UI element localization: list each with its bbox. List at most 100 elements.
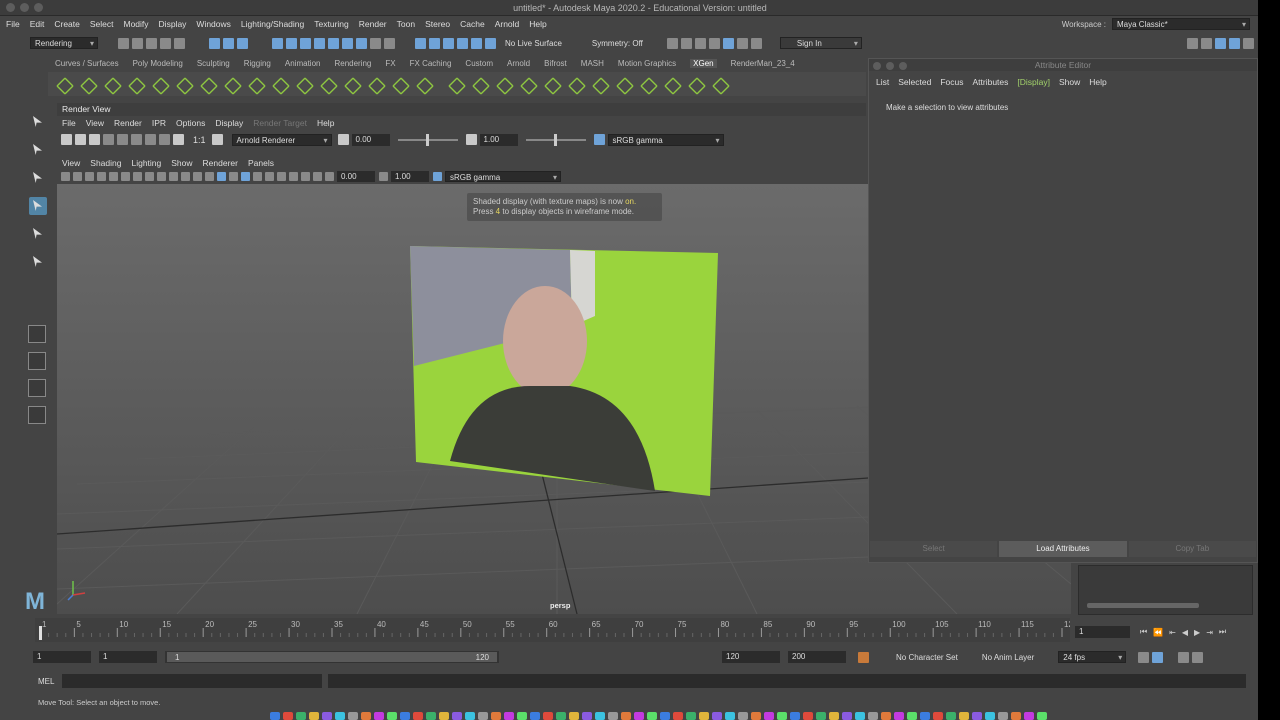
dock-app-icon[interactable] (309, 711, 319, 720)
xgen-place-icon[interactable] (150, 75, 168, 93)
shelf-tab-motion-graphics[interactable]: Motion Graphics (618, 59, 676, 68)
lasso-tool-icon[interactable] (29, 141, 47, 159)
dock-app-icon[interactable] (699, 711, 709, 720)
tool-settings-toggle-icon[interactable] (1229, 37, 1240, 49)
xgen-length-icon[interactable] (198, 75, 216, 93)
menu-display[interactable]: Display (159, 19, 187, 29)
field-chart-icon[interactable] (169, 172, 178, 181)
dock-app-icon[interactable] (790, 711, 800, 720)
menu-create[interactable]: Create (54, 19, 80, 29)
xgen-relax-icon[interactable] (614, 75, 632, 93)
safe-action-icon[interactable] (181, 172, 190, 181)
dock-app-icon[interactable] (426, 711, 436, 720)
render-frame-icon[interactable] (666, 37, 678, 49)
current-frame-field[interactable]: 1 (1075, 626, 1130, 638)
loop-icon[interactable] (1138, 651, 1150, 663)
vp-menu-shading[interactable]: Shading (90, 158, 121, 168)
menu-modify[interactable]: Modify (124, 19, 149, 29)
dock-app-icon[interactable] (829, 711, 839, 720)
xgen-cut-icon[interactable] (246, 75, 264, 93)
anim-end-field[interactable]: 200 (788, 651, 846, 663)
current-time-marker[interactable] (39, 626, 42, 640)
dock-app-icon[interactable] (842, 711, 852, 720)
shelf-tab-animation[interactable]: Animation (285, 59, 321, 68)
grease-pencil-icon[interactable] (109, 172, 118, 181)
image-plane-icon[interactable] (85, 172, 94, 181)
dock-app-icon[interactable] (608, 711, 618, 720)
rv-menu-render[interactable]: Render (114, 118, 142, 128)
menu-stereo[interactable]: Stereo (425, 19, 450, 29)
keep-image-icon[interactable] (131, 134, 142, 145)
shelf-tab-fx[interactable]: FX (385, 59, 395, 68)
xgen-select-icon[interactable] (590, 75, 608, 93)
ae-menu-selected[interactable]: Selected (898, 77, 931, 87)
xgen-sculpt-icon[interactable] (174, 75, 192, 93)
dock-app-icon[interactable] (465, 711, 475, 720)
xgen-editor-icon[interactable] (54, 75, 72, 93)
dock-app-icon[interactable] (933, 711, 943, 720)
lasso-icon[interactable] (443, 37, 454, 49)
shelf-tab-curves[interactable]: Curves / Surfaces (55, 59, 119, 68)
dock-app-icon[interactable] (491, 711, 501, 720)
dock-app-icon[interactable] (374, 711, 384, 720)
snapshot-icon[interactable] (89, 134, 100, 145)
dock-app-icon[interactable] (348, 711, 358, 720)
dock-app-icon[interactable] (907, 711, 917, 720)
play-forward-icon[interactable]: ▶ (1194, 628, 1200, 637)
dock-app-icon[interactable] (361, 711, 371, 720)
sign-in-dropdown[interactable]: Sign In (779, 37, 862, 49)
gate-mask-icon[interactable] (157, 172, 166, 181)
menu-toon[interactable]: Toon (397, 19, 415, 29)
dock-app-icon[interactable] (673, 711, 683, 720)
playback-end-field[interactable]: 120 (722, 651, 780, 663)
xgen-comb-icon[interactable] (366, 75, 384, 93)
dock-app-icon[interactable] (972, 711, 982, 720)
construction-icon[interactable] (429, 37, 440, 49)
soft-select-icon[interactable] (485, 37, 496, 49)
vp-menu-show[interactable]: Show (171, 158, 192, 168)
dock-app-icon[interactable] (335, 711, 345, 720)
go-to-start-icon[interactable]: ⏮ (1140, 627, 1147, 637)
ae-menu-list[interactable]: List (876, 77, 889, 87)
xgen-brush-icon[interactable] (342, 75, 360, 93)
dock-app-icon[interactable] (725, 711, 735, 720)
time-slider[interactable]: 1 5 10 15 20 25 30 35 40 45 50 55 60 65 70 75 80 85 90 95 10… (35, 618, 1078, 642)
shelf-tab-custom[interactable]: Custom (465, 59, 493, 68)
dock-app-icon[interactable] (400, 711, 410, 720)
menu-texturing[interactable]: Texturing (314, 19, 349, 29)
dock-app-icon[interactable] (621, 711, 631, 720)
key-ticks-icon[interactable] (1152, 651, 1164, 663)
dock-app-icon[interactable] (1037, 711, 1047, 720)
menu-help[interactable]: Help (529, 19, 546, 29)
snap-view-plane-icon[interactable] (328, 37, 339, 49)
dock-app-icon[interactable] (868, 711, 878, 720)
range-slider[interactable]: 1 120 (165, 651, 499, 663)
save-scene-icon[interactable] (146, 37, 157, 49)
xgen-fan-icon[interactable] (686, 75, 704, 93)
xgen-clump-icon[interactable] (270, 75, 288, 93)
ae-menu-attributes[interactable]: Attributes (972, 77, 1008, 87)
snap-question-icon[interactable] (356, 37, 367, 49)
dock-app-icon[interactable] (712, 711, 722, 720)
fps-dropdown[interactable]: 24 fps (1058, 651, 1127, 663)
dock-app-icon[interactable] (634, 711, 644, 720)
channel-box-scrollbar[interactable] (1087, 603, 1199, 608)
xgen-interactive-groom-icon[interactable] (446, 75, 464, 93)
exposure-slider[interactable] (397, 133, 458, 146)
textured-icon[interactable] (241, 172, 250, 181)
dock-app-icon[interactable] (1011, 711, 1021, 720)
shelf-tab-sculpting[interactable]: Sculpting (197, 59, 230, 68)
dock-app-icon[interactable] (582, 711, 592, 720)
dock-app-icon[interactable] (946, 711, 956, 720)
dock-app-icon[interactable] (439, 711, 449, 720)
ae-menu-help[interactable]: Help (1089, 77, 1106, 87)
smooth-shade-icon[interactable] (217, 172, 226, 181)
screen-space-ao-icon[interactable] (277, 172, 286, 181)
menu-select[interactable]: Select (90, 19, 114, 29)
rv-menu-view[interactable]: View (86, 118, 104, 128)
character-controls-icon[interactable] (1201, 37, 1212, 49)
render-sequence-icon[interactable] (680, 37, 692, 49)
rv-menu-options[interactable]: Options (176, 118, 205, 128)
play-back-icon[interactable]: ◀ (1182, 628, 1188, 637)
vp-exposure-field[interactable]: 0.00 (337, 171, 375, 182)
